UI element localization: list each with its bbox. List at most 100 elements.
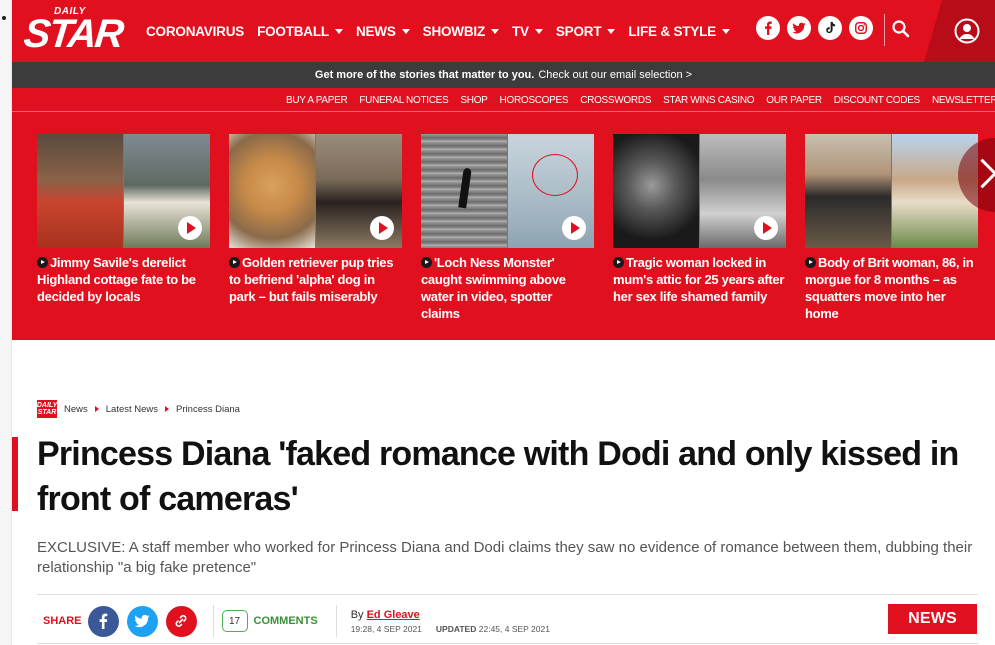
- left-gutter: [0, 0, 12, 645]
- article-headline: Princess Diana 'faked romance with Dodi …: [37, 435, 959, 518]
- comments-count: 17: [228, 615, 241, 627]
- nav-football[interactable]: FOOTBALL: [257, 24, 343, 39]
- search-icon[interactable]: [890, 18, 912, 40]
- user-account-icon[interactable]: [954, 18, 980, 44]
- top-nav: DAILY STAR CORONAVIRUS FOOTBALL NEWS SHO…: [12, 0, 995, 62]
- logo-star-text: STAR: [21, 12, 125, 56]
- nav-showbiz[interactable]: SHOWBIZ: [423, 24, 499, 39]
- article-standfirst: EXCLUSIVE: A staff member who worked for…: [37, 539, 973, 576]
- card-title-text: Tragic woman locked in mum's attic for 2…: [613, 255, 785, 304]
- card-thumbnail: [229, 134, 402, 248]
- author-link[interactable]: Ed Gleave: [367, 609, 420, 621]
- card-thumbnail: [805, 134, 978, 248]
- arrow-icon: [229, 257, 240, 268]
- page: DAILY STAR CORONAVIRUS FOOTBALL NEWS SHO…: [0, 0, 995, 645]
- email-signup-bar[interactable]: Get more of the stories that matter to y…: [12, 62, 995, 88]
- chevron-right-icon: [94, 406, 99, 412]
- article-meta-bar: SHARE 17 COMMENTS By Ed Gleave 19:28, 4 …: [37, 603, 550, 639]
- nav-showbiz-label: SHOWBIZ: [422, 23, 486, 39]
- comment-bubble-icon: 17: [221, 610, 248, 632]
- video-card[interactable]: 'Loch Ness Monster' caught swimming abov…: [421, 134, 594, 322]
- breadcrumb-princess-diana[interactable]: Princess Diana: [176, 404, 240, 415]
- sublink-crosswords[interactable]: CROSSWORDS: [580, 95, 651, 106]
- video-card[interactable]: Body of Brit woman, 86, in morgue for 8 …: [805, 134, 978, 322]
- chevron-right-icon: [165, 406, 170, 412]
- share-facebook-icon[interactable]: [87, 605, 119, 637]
- nav-sport[interactable]: SPORT: [556, 24, 616, 39]
- sublink-newsletter-signup[interactable]: NEWSLETTER SIGNUP: [932, 95, 995, 106]
- video-card[interactable]: Tragic woman locked in mum's attic for 2…: [613, 134, 786, 322]
- sublink-buy-a-paper[interactable]: BUY A PAPER: [286, 95, 348, 106]
- card-thumbnail: [37, 134, 210, 248]
- daily-star-mini-logo[interactable]: DAILY STAR: [37, 400, 57, 418]
- breadcrumb-news[interactable]: News: [64, 404, 88, 415]
- arrow-icon: [421, 257, 432, 268]
- headline-accent-bar: [12, 437, 18, 511]
- arrow-icon: [613, 257, 624, 268]
- nav-sport-label: SPORT: [555, 23, 602, 39]
- social-links: [756, 16, 873, 40]
- breadcrumb-latest-news[interactable]: Latest News: [106, 404, 158, 415]
- play-icon[interactable]: [178, 216, 202, 240]
- arrow-icon: [37, 257, 48, 268]
- daily-star-logo[interactable]: DAILY STAR: [22, 6, 125, 56]
- divider: [212, 605, 214, 637]
- sublink-our-paper[interactable]: OUR PAPER: [766, 95, 822, 106]
- breadcrumb: DAILY STAR News Latest News Princess Dia…: [37, 400, 240, 418]
- nav-life-style-label: LIFE & STYLE: [628, 23, 716, 39]
- share-label: SHARE: [43, 615, 82, 627]
- byline-by: By: [350, 608, 364, 621]
- play-icon[interactable]: [754, 216, 778, 240]
- play-icon[interactable]: [370, 216, 394, 240]
- tiktok-icon[interactable]: [818, 16, 842, 40]
- video-cards: Jimmy Savile's derelict Highland cottage…: [37, 134, 978, 322]
- sublink-star-wins-casino[interactable]: STAR WINS CASINO: [663, 95, 754, 106]
- divider: [37, 594, 978, 595]
- email-bar-headline: Get more of the stories that matter to y…: [314, 69, 535, 81]
- updated-time: 22:45, 4 SEP 2021: [478, 623, 550, 634]
- nav-tv[interactable]: TV: [512, 24, 543, 39]
- nav-tv-label: TV: [512, 23, 529, 39]
- nav-life-style[interactable]: LIFE & STYLE: [628, 24, 730, 39]
- video-card[interactable]: Golden retriever pup tries to befriend '…: [229, 134, 402, 322]
- video-card[interactable]: Jimmy Savile's derelict Highland cottage…: [37, 134, 210, 322]
- chevron-down-icon: [401, 28, 410, 34]
- instagram-icon[interactable]: [849, 16, 873, 40]
- published-time: 19:28, 4 SEP 2021: [350, 623, 422, 634]
- chevron-down-icon: [534, 28, 543, 34]
- divider: [335, 605, 337, 637]
- twitter-icon[interactable]: [787, 16, 811, 40]
- sublink-horoscopes[interactable]: HOROSCOPES: [500, 95, 569, 106]
- card-title-text: Golden retriever pup tries to befriend '…: [229, 255, 394, 304]
- sublink-shop[interactable]: SHOP: [460, 95, 487, 106]
- account-area: [924, 0, 995, 62]
- divider: [37, 643, 978, 644]
- facebook-icon[interactable]: [756, 16, 780, 40]
- card-title-text: Jimmy Savile's derelict Highland cottage…: [37, 255, 196, 304]
- nav-news-label: NEWS: [355, 23, 396, 39]
- secondary-nav: BUY A PAPER FUNERAL NOTICES SHOP HOROSCO…: [12, 88, 995, 112]
- chevron-down-icon: [334, 28, 343, 34]
- sublink-funeral-notices[interactable]: FUNERAL NOTICES: [359, 95, 448, 106]
- comments-label: COMMENTS: [253, 615, 318, 627]
- play-icon[interactable]: [562, 216, 586, 240]
- section-news-button[interactable]: NEWS: [888, 604, 977, 634]
- card-thumbnail: [613, 134, 786, 248]
- nav-coronavirus-label: CORONAVIRUS: [146, 23, 245, 39]
- copy-link-icon[interactable]: [165, 605, 197, 637]
- chevron-down-icon: [491, 28, 499, 34]
- card-thumbnail: [421, 134, 594, 248]
- nav-divider: [884, 14, 885, 46]
- card-title-text: Body of Brit woman, 86, in morgue for 8 …: [805, 255, 974, 321]
- byline: By Ed Gleave 19:28, 4 SEP 2021 UPDATED 22…: [351, 609, 550, 634]
- share-twitter-icon[interactable]: [126, 605, 158, 637]
- main-nav: CORONAVIRUS FOOTBALL NEWS SHOWBIZ TV SPO…: [146, 0, 730, 62]
- email-bar-link[interactable]: Check out our email selection >: [538, 69, 692, 81]
- comments-button[interactable]: 17 COMMENTS: [221, 610, 318, 632]
- nav-news[interactable]: NEWS: [356, 24, 410, 39]
- arrow-icon: [805, 257, 816, 268]
- nav-coronavirus[interactable]: CORONAVIRUS: [146, 24, 244, 39]
- chevron-down-icon: [607, 28, 616, 34]
- card-title-text: 'Loch Ness Monster' caught swimming abov…: [421, 255, 566, 321]
- sublink-discount-codes[interactable]: DISCOUNT CODES: [834, 95, 920, 106]
